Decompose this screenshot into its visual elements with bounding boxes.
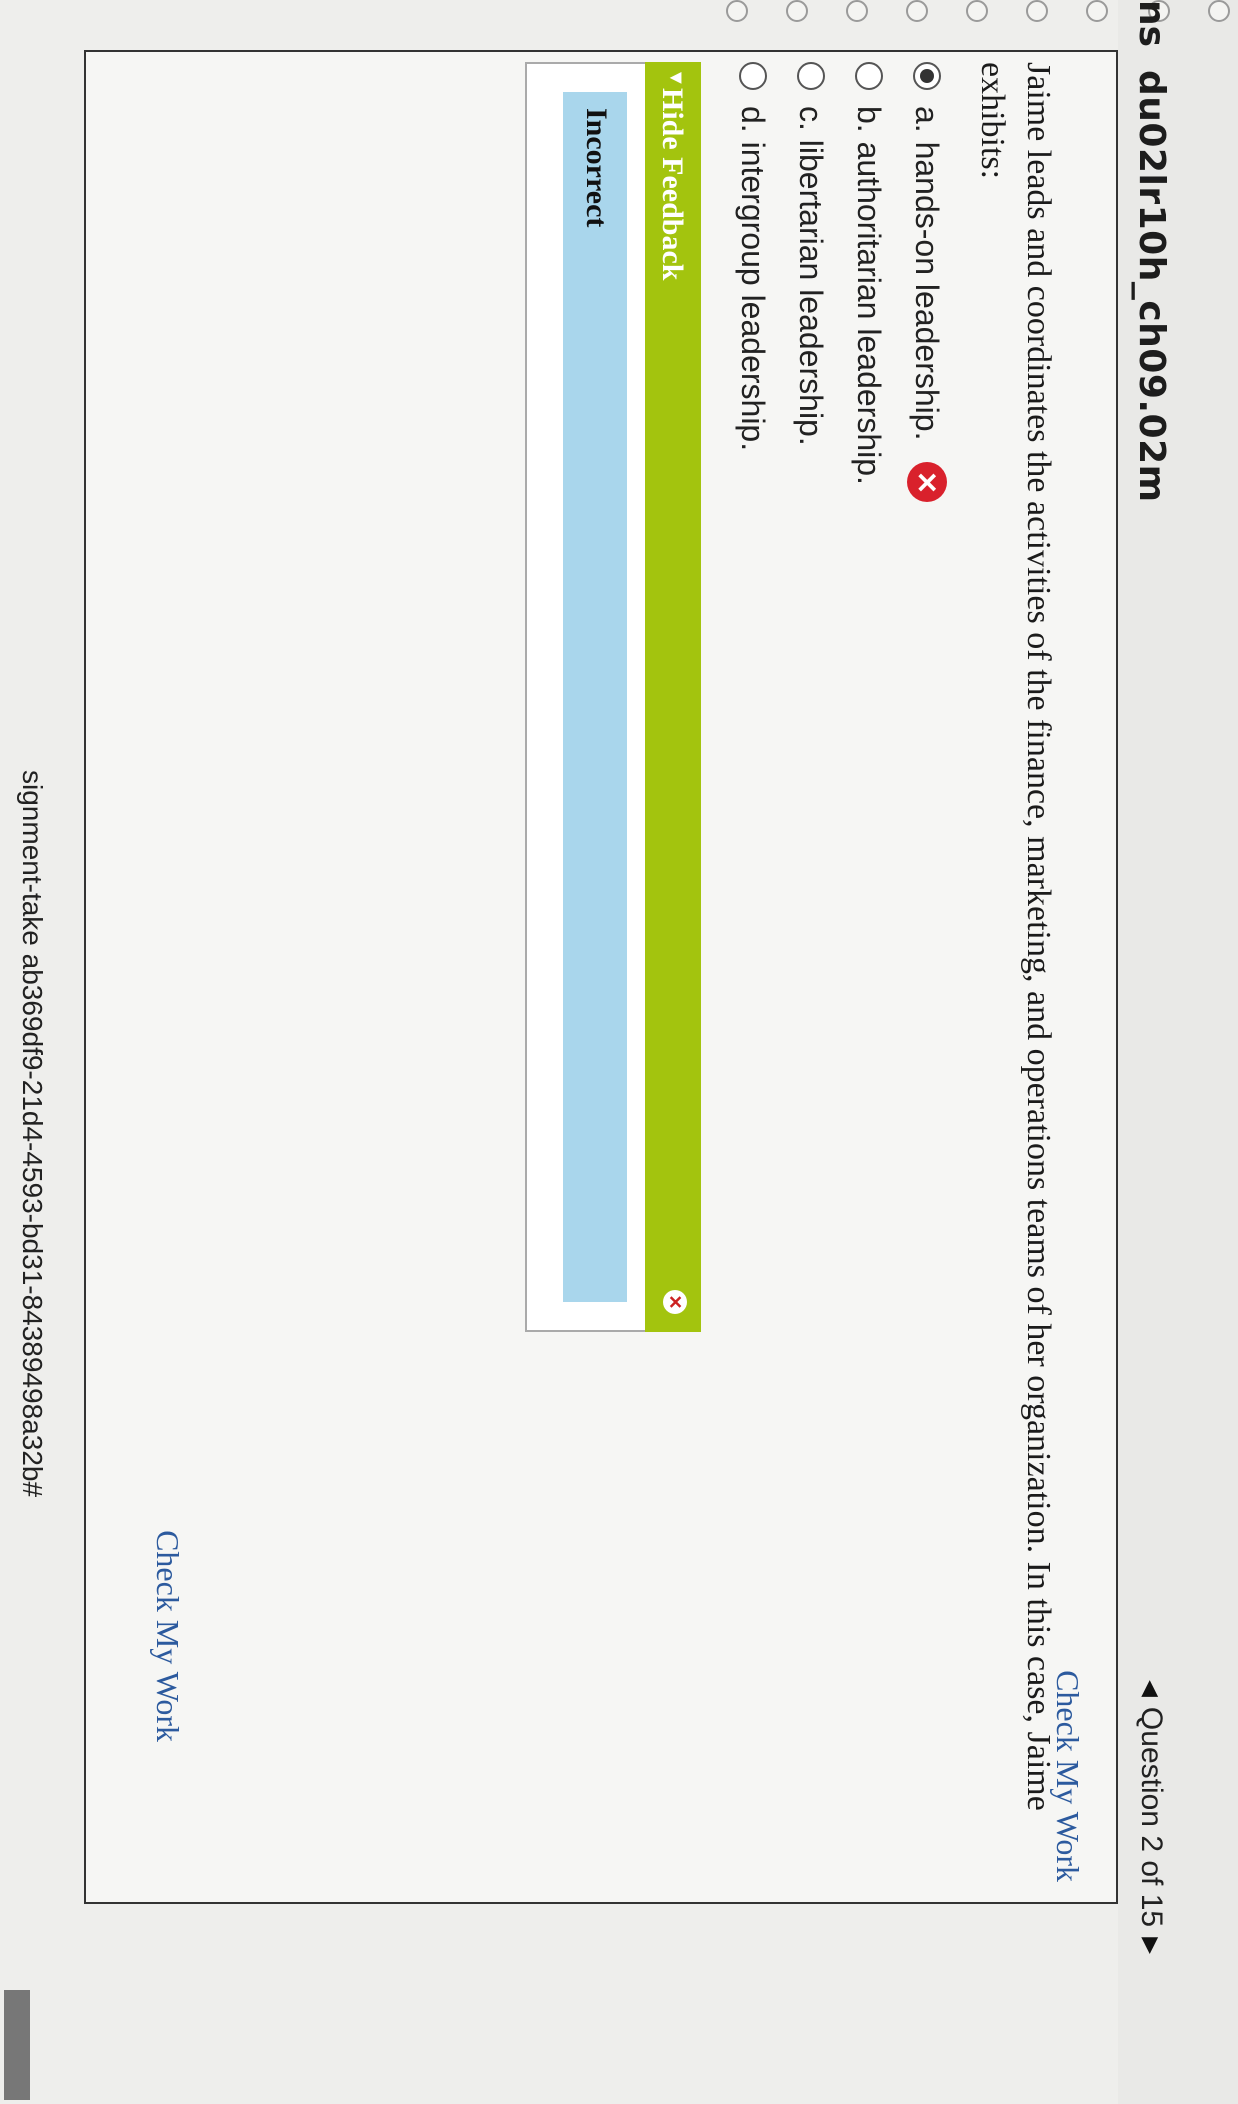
option-b[interactable]: b. authoritarian leadership.	[840, 62, 898, 502]
option-label: a. hands-on leadership.	[909, 106, 946, 441]
option-a[interactable]: a. hands-on leadership. ✕	[898, 62, 956, 503]
question-panel: Check My Work Jaime leads and coordinate…	[84, 50, 1118, 1904]
assignment-code: du02lr10h_ch09.02m	[1131, 70, 1172, 503]
option-label: d. intergroup leadership.	[735, 106, 772, 452]
assignment-header: ns du02lr10h_ch09.02m ◀ Question 2 of 15…	[1118, 0, 1178, 2104]
question-navigator: ◀ Question 2 of 15 ▶	[1134, 1680, 1168, 1954]
radio-button-selected[interactable]	[913, 62, 941, 90]
option-label: b. authoritarian leadership.	[851, 106, 888, 485]
feedback-result-text: Incorrect	[580, 108, 613, 228]
question-text: Jaime leads and coordinates the activiti…	[974, 62, 1057, 1811]
background-radio	[786, 0, 808, 22]
background-radio	[966, 0, 988, 22]
close-icon[interactable]: ✕	[663, 1290, 687, 1314]
option-label: c. libertarian leadership.	[793, 106, 830, 446]
answer-options: a. hands-on leadership. ✕ b. authoritari…	[724, 62, 956, 503]
page-canvas: ns du02lr10h_ch09.02m ◀ Question 2 of 15…	[0, 0, 1238, 2104]
previous-question-icon[interactable]: ◀	[1138, 1680, 1164, 1697]
background-radio	[906, 0, 928, 22]
check-my-work-link-bottom[interactable]: Check My Work	[149, 1530, 186, 1742]
feedback-box: Incorrect	[525, 62, 645, 1332]
feedback-toggle-bar[interactable]: ▼ Hide Feedback ✕	[645, 62, 701, 1332]
radio-button[interactable]	[855, 62, 883, 90]
hide-feedback-label[interactable]: Hide Feedback	[655, 88, 689, 281]
background-radio	[1026, 0, 1048, 22]
background-radio	[1086, 0, 1108, 22]
question-counter: Question 2 of 15	[1135, 1706, 1168, 1928]
next-question-icon[interactable]: ▶	[1138, 1937, 1164, 1954]
scrollbar-thumb[interactable]	[4, 1990, 30, 2100]
background-radio	[726, 0, 748, 22]
option-d[interactable]: d. intergroup leadership.	[724, 62, 782, 502]
radio-button[interactable]	[797, 62, 825, 90]
background-radio	[846, 0, 868, 22]
truncated-prefix: ns	[1131, 0, 1172, 48]
caret-down-icon: ▼	[665, 68, 687, 88]
background-radio	[1208, 0, 1230, 22]
status-url: signment-take ab369df9-21d4-4593-bd31-84…	[17, 770, 48, 1498]
feedback-result-banner: Incorrect	[563, 92, 627, 1302]
option-c[interactable]: c. libertarian leadership.	[782, 62, 840, 502]
radio-button[interactable]	[739, 62, 767, 90]
incorrect-icon: ✕	[907, 462, 947, 503]
